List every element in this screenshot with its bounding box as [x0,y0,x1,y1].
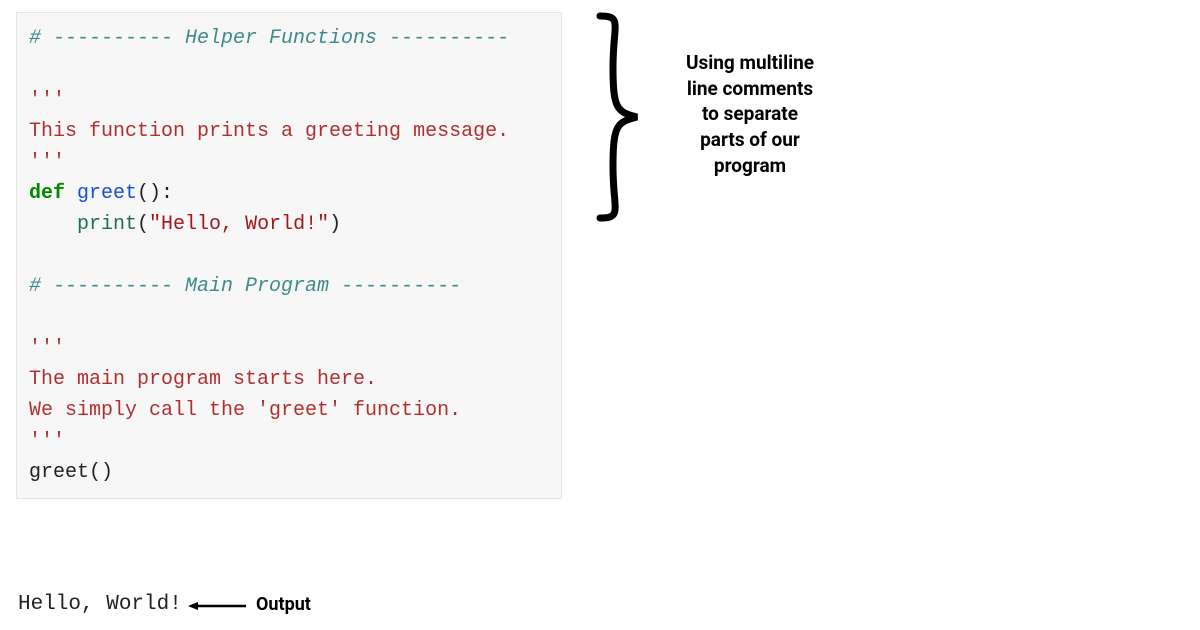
docstring-body: This function prints a greeting message. [29,120,509,143]
print-builtin: print [77,213,137,236]
function-call: greet [29,461,89,484]
program-output: Hello, World! [18,593,182,616]
annotation-line: Using multiline [686,51,814,74]
annotation-line: to separate [702,102,798,125]
annotation-line: program [714,154,786,177]
docstring-open: ''' [29,337,65,360]
string-literal: "Hello, World!" [149,213,329,236]
annotation-text: Using multiline line comments to separat… [660,50,840,178]
code-block: # ---------- Helper Functions ----------… [16,12,562,499]
output-label: Output [256,594,311,615]
print-open-paren: ( [137,213,149,236]
arrow-left-icon [188,601,248,611]
print-close-paren: ) [329,213,341,236]
docstring-close: ''' [29,430,65,453]
docstring-line: The main program starts here. [29,368,377,391]
section-header-comment: # ---------- Main Program ---------- [29,275,461,298]
docstring-open: ''' [29,89,65,112]
def-keyword: def [29,182,65,205]
curly-brace-icon [585,12,645,222]
annotation-line: parts of our [700,128,800,151]
section-header-comment: # ---------- Helper Functions ---------- [29,27,509,50]
def-parens: (): [137,182,173,205]
annotation-line: line comments [687,77,813,100]
docstring-line: We simply call the 'greet' function. [29,399,461,422]
call-parens: () [89,461,113,484]
docstring-close: ''' [29,151,65,174]
function-name: greet [77,182,137,205]
